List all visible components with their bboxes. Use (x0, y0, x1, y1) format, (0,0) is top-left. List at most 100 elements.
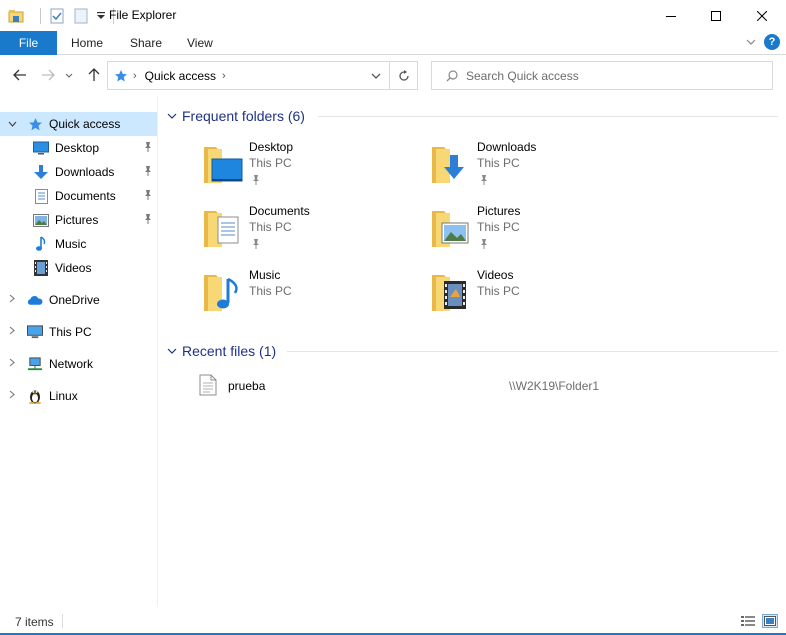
search-box[interactable] (431, 61, 773, 90)
maximize-button[interactable] (693, 0, 739, 31)
folder-location: This PC (249, 220, 292, 234)
large-icons-view-icon[interactable] (762, 614, 778, 628)
list-item[interactable]: prueba \\W2K19\Folder1 (195, 374, 775, 398)
frequent-folders-group[interactable]: Frequent folders (6) (167, 105, 305, 127)
maximize-icon (711, 10, 721, 21)
sidebar-item-linux[interactable]: Linux (0, 384, 157, 408)
new-folder-icon[interactable] (73, 8, 89, 24)
search-icon (446, 69, 458, 82)
sidebar-item-pictures[interactable]: Pictures (0, 208, 157, 232)
title-bar: File Explorer (0, 0, 786, 31)
search-input[interactable] (466, 68, 756, 83)
folder-location: This PC (477, 220, 520, 234)
folder-name: Documents (249, 204, 310, 218)
documents-icon (33, 188, 49, 204)
folder-tile-downloads[interactable]: Downloads This PC (422, 139, 632, 195)
navigation-pane: Quick access Desktop Downloads Documents (0, 96, 158, 607)
folder-tile-music[interactable]: Music This PC (194, 267, 404, 323)
sidebar-item-onedrive[interactable]: OneDrive (0, 288, 157, 312)
pin-icon (143, 189, 153, 204)
videos-folder-icon (430, 267, 478, 315)
sidebar-item-music[interactable]: Music (0, 232, 157, 256)
music-folder-icon (202, 267, 250, 315)
sidebar-item-label: Music (55, 237, 87, 251)
collapse-group-icon[interactable] (167, 111, 177, 122)
folder-location: This PC (249, 284, 292, 298)
address-chevron-icon-2[interactable]: › (222, 70, 226, 82)
address-dropdown-icon[interactable] (371, 69, 381, 83)
tab-view[interactable]: View (177, 31, 223, 55)
refresh-button[interactable] (390, 61, 418, 90)
customize-qat-dropdown-icon[interactable] (97, 8, 105, 24)
expand-chevron-icon[interactable] (5, 119, 19, 130)
navigation-bar: › Quick access › (0, 56, 786, 94)
qat-separator (40, 8, 41, 24)
folder-name: Desktop (249, 140, 294, 154)
folder-location: This PC (477, 156, 520, 170)
status-separator (62, 614, 63, 628)
forward-arrow-icon (42, 69, 55, 81)
back-button[interactable] (10, 64, 30, 86)
expand-chevron-icon[interactable] (5, 390, 19, 402)
folder-tile-desktop[interactable]: Desktop This PC (194, 139, 404, 195)
sidebar-item-this-pc[interactable]: This PC (0, 320, 157, 344)
details-view-icon[interactable] (740, 614, 756, 628)
up-button[interactable] (84, 64, 104, 86)
frequent-folders-header: Frequent folders (6) (182, 108, 305, 124)
sidebar-item-label: OneDrive (49, 293, 100, 307)
refresh-icon (398, 69, 409, 81)
address-bar[interactable]: › Quick access › (107, 61, 390, 90)
collapse-group-icon[interactable] (167, 346, 177, 357)
recent-file-path: \\W2K19\Folder1 (509, 379, 600, 393)
ribbon-right-controls: ? (746, 34, 780, 50)
status-bar: 7 items (0, 607, 786, 635)
sidebar-item-label: Downloads (55, 165, 115, 179)
close-button[interactable] (739, 0, 785, 31)
sidebar-item-desktop[interactable]: Desktop (0, 136, 157, 160)
this-pc-icon (27, 324, 43, 340)
folder-tile-pictures[interactable]: Pictures This PC (422, 203, 632, 259)
forward-button[interactable] (38, 64, 58, 86)
desktop-folder-icon (202, 139, 250, 187)
address-crumb-quick-access[interactable]: Quick access (145, 69, 216, 83)
pictures-folder-icon (430, 203, 478, 251)
tab-file[interactable]: File (0, 31, 57, 55)
tab-share[interactable]: Share (120, 31, 172, 55)
music-icon (33, 236, 49, 252)
expand-chevron-icon[interactable] (5, 326, 19, 338)
up-arrow-icon (88, 68, 100, 81)
star-icon (27, 116, 43, 132)
folder-location: This PC (477, 284, 520, 298)
text-file-icon (199, 374, 217, 399)
recent-file-name: prueba (228, 379, 266, 393)
expand-chevron-icon[interactable] (5, 358, 19, 370)
recent-locations-button[interactable] (62, 64, 76, 86)
sidebar-item-documents[interactable]: Documents (0, 184, 157, 208)
sidebar-item-videos[interactable]: Videos (0, 256, 157, 280)
help-icon[interactable]: ? (764, 34, 780, 50)
sidebar-item-label: Quick access (49, 117, 121, 131)
sidebar-item-quick-access[interactable]: Quick access (0, 112, 157, 136)
tab-home[interactable]: Home (61, 31, 113, 55)
downloads-icon (33, 164, 49, 180)
expand-chevron-icon[interactable] (5, 294, 19, 306)
network-icon (27, 356, 43, 372)
properties-icon[interactable] (49, 8, 65, 24)
app-folder-icon[interactable] (8, 8, 24, 24)
sidebar-item-label: Videos (55, 261, 92, 275)
minimize-button[interactable] (648, 0, 694, 31)
recent-files-group[interactable]: Recent files (1) (167, 340, 276, 362)
pictures-icon (33, 212, 49, 228)
folder-tile-videos[interactable]: Videos This PC (422, 267, 632, 323)
expand-ribbon-icon[interactable] (746, 35, 756, 49)
linux-icon (27, 388, 43, 404)
folder-tile-documents[interactable]: Documents This PC (194, 203, 404, 259)
sidebar-item-network[interactable]: Network (0, 352, 157, 376)
videos-icon (33, 260, 49, 276)
sidebar-item-downloads[interactable]: Downloads (0, 160, 157, 184)
address-chevron-icon[interactable]: › (133, 70, 137, 82)
recent-files-header: Recent files (1) (182, 343, 277, 359)
window-title: File Explorer (109, 8, 177, 22)
desktop-icon (33, 140, 49, 156)
pin-icon (479, 238, 489, 253)
